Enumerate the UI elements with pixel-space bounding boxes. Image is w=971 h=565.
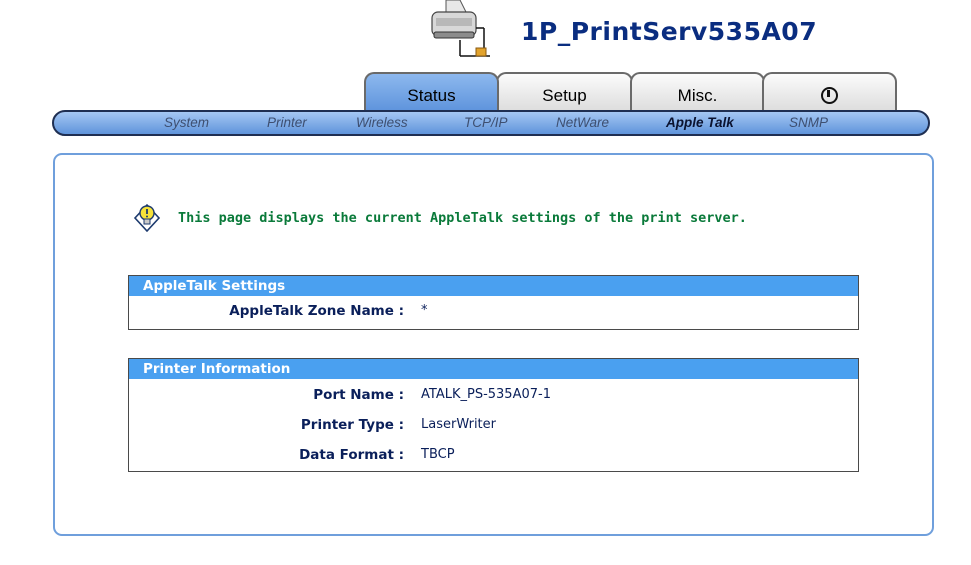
field-value: * xyxy=(421,303,428,318)
table-row: Data Format : TBCP xyxy=(129,447,858,469)
table-row: Printer Type : LaserWriter xyxy=(129,417,858,439)
tab-setup[interactable]: Setup xyxy=(496,72,633,112)
tab-status[interactable]: Status xyxy=(364,72,499,112)
tab-label: Status xyxy=(407,86,456,105)
device-name-title: 1P_PrintServ535A07 xyxy=(521,17,818,46)
nav-item-apple-talk[interactable]: Apple Talk xyxy=(666,115,734,130)
tab-power[interactable] xyxy=(762,72,897,112)
field-value: TBCP xyxy=(421,447,455,462)
table-row: AppleTalk Zone Name : * xyxy=(129,303,858,325)
field-label: AppleTalk Zone Name : xyxy=(229,303,404,319)
section-header: Printer Information xyxy=(129,359,858,379)
tab-label: Setup xyxy=(542,86,587,105)
sub-navigation-bar: System Printer Wireless TCP/IP NetWare A… xyxy=(52,110,930,136)
tab-misc[interactable]: Misc. xyxy=(630,72,765,112)
field-label: Printer Type : xyxy=(300,417,404,433)
appletalk-settings-section: AppleTalk Settings AppleTalk Zone Name :… xyxy=(128,275,859,330)
field-label: Data Format : xyxy=(299,447,404,463)
tab-label: Misc. xyxy=(677,86,718,105)
table-row: Port Name : ATALK_PS-535A07-1 xyxy=(129,387,858,409)
nav-item-system[interactable]: System xyxy=(164,115,209,130)
info-message: This page displays the current AppleTalk… xyxy=(178,210,747,226)
section-header: AppleTalk Settings xyxy=(129,276,858,296)
nav-item-netware[interactable]: NetWare xyxy=(556,115,609,130)
nav-item-printer[interactable]: Printer xyxy=(267,115,307,130)
nav-item-snmp[interactable]: SNMP xyxy=(789,115,828,130)
power-icon xyxy=(821,87,838,104)
field-value: LaserWriter xyxy=(421,417,496,432)
nav-item-tcpip[interactable]: TCP/IP xyxy=(464,115,508,130)
lightbulb-info-icon xyxy=(133,203,161,232)
field-label: Port Name : xyxy=(313,387,404,403)
nav-item-wireless[interactable]: Wireless xyxy=(356,115,408,130)
printer-information-section: Printer Information Port Name : ATALK_PS… xyxy=(128,358,859,472)
field-value: ATALK_PS-535A07-1 xyxy=(421,387,551,402)
printer-network-icon xyxy=(431,0,490,57)
